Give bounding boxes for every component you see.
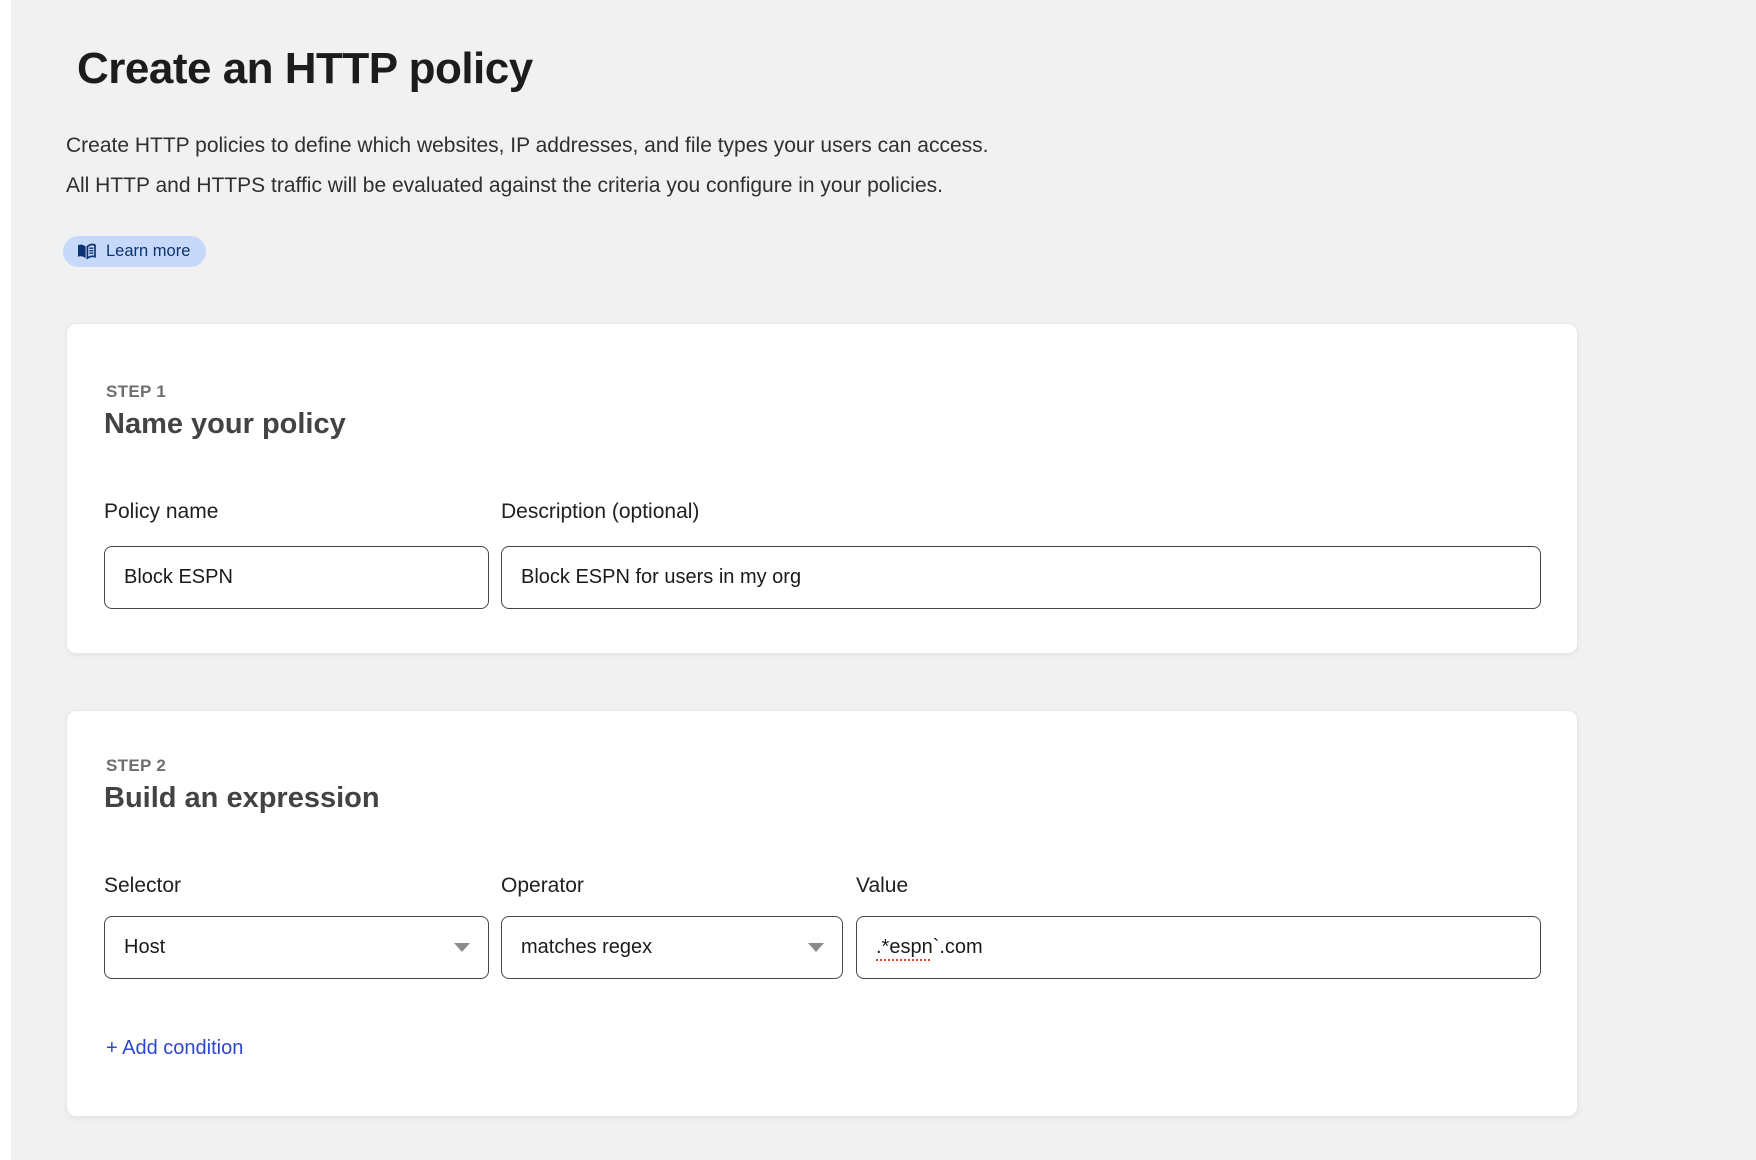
description-label: Description (optional): [501, 500, 843, 524]
step2-label: STEP 2: [106, 756, 166, 776]
learn-more-button[interactable]: Learn more: [63, 236, 206, 267]
operator-dropdown-value: matches regex: [521, 936, 652, 959]
page-description: Create HTTP policies to define which web…: [66, 126, 989, 206]
page-title: Create an HTTP policy: [77, 44, 533, 94]
add-condition-link[interactable]: + Add condition: [106, 1037, 243, 1060]
value-input[interactable]: .*espn`.com: [856, 916, 1541, 979]
page-description-line-2: All HTTP and HTTPS traffic will be evalu…: [66, 166, 989, 206]
left-edge-strip: [0, 0, 11, 1160]
step1-heading: Name your policy: [104, 408, 346, 441]
selector-dropdown-value: Host: [124, 936, 165, 959]
learn-more-label: Learn more: [106, 242, 190, 261]
book-icon: [76, 243, 97, 260]
page-description-line-1: Create HTTP policies to define which web…: [66, 126, 989, 166]
step2-card: STEP 2 Build an expression Selector Oper…: [66, 710, 1578, 1117]
chevron-down-icon: [808, 943, 824, 952]
policy-name-input[interactable]: [104, 546, 489, 609]
step2-heading: Build an expression: [104, 782, 380, 815]
value-label: Value: [856, 874, 1541, 898]
operator-label: Operator: [501, 874, 843, 898]
description-input[interactable]: [501, 546, 1541, 609]
chevron-down-icon: [454, 943, 470, 952]
policy-name-label: Policy name: [104, 500, 489, 524]
operator-dropdown[interactable]: matches regex: [501, 916, 843, 979]
step1-label: STEP 1: [106, 382, 166, 402]
step1-card: STEP 1 Name your policy Policy name Desc…: [66, 323, 1578, 654]
selector-label: Selector: [104, 874, 489, 898]
value-input-rest-text: `.com: [933, 936, 983, 959]
value-input-flagged-text: .*espn: [876, 936, 933, 959]
selector-dropdown[interactable]: Host: [104, 916, 489, 979]
